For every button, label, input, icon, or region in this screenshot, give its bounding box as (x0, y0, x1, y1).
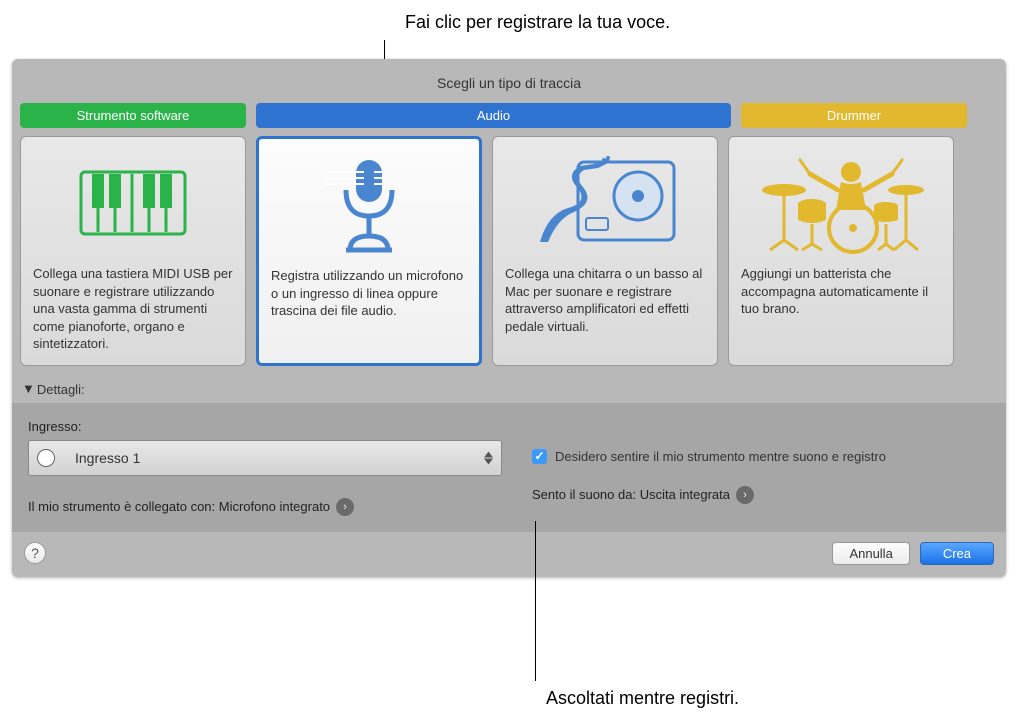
input-select-value: Ingresso 1 (75, 450, 140, 466)
card-software-instrument[interactable]: Collega una tastiera MIDI USB per suonar… (20, 136, 246, 366)
track-type-dialog: Scegli un tipo di traccia Strumento soft… (12, 59, 1006, 577)
channel-mono-icon (37, 449, 55, 467)
cancel-button[interactable]: Annulla (832, 542, 909, 565)
drummer-icon (741, 149, 941, 259)
input-select[interactable]: Ingresso 1 (28, 440, 502, 476)
tab-row: Strumento software Audio Drummer (20, 103, 998, 128)
dialog-footer: ? Annulla Crea (20, 532, 998, 569)
card-drummer-desc: Aggiungi un batterista che accompagna au… (741, 265, 941, 318)
card-row: Collega una tastiera MIDI USB per suonar… (20, 136, 998, 366)
guitar-icon (505, 149, 705, 259)
card-software-desc: Collega una tastiera MIDI USB per suonar… (33, 265, 233, 353)
details-toggle[interactable]: ▼Dettagli: (20, 376, 998, 403)
details-label: Dettagli: (37, 382, 85, 397)
card-drummer[interactable]: Aggiungi un batterista che accompagna au… (728, 136, 954, 366)
card-audio-guitar[interactable]: Collega una chitarra o un basso al Mac p… (492, 136, 718, 366)
help-icon: ? (31, 545, 39, 561)
tab-software-instrument[interactable]: Strumento software (20, 103, 246, 128)
checkmark-icon: ✓ (534, 449, 544, 463)
monitor-checkbox[interactable]: ✓ (532, 449, 547, 464)
card-mic-desc: Registra utilizzando un microfono o un i… (271, 267, 467, 320)
connected-details-button[interactable]: › (336, 498, 354, 516)
input-label: Ingresso: (28, 419, 502, 434)
instrument-connected-label: Il mio strumento è collegato con: Microf… (28, 499, 330, 514)
callout-line-bottom (535, 521, 536, 681)
chevron-updown-icon (484, 451, 493, 464)
help-button[interactable]: ? (24, 542, 46, 564)
card-audio-mic[interactable]: Registra utilizzando un microfono o un i… (256, 136, 482, 366)
keyboard-icon (33, 149, 233, 259)
microphone-icon (271, 151, 467, 261)
output-details-button[interactable]: › (736, 486, 754, 504)
window-title: Scegli un tipo di traccia (20, 67, 998, 103)
monitor-label: Desidero sentire il mio strumento mentre… (555, 449, 886, 464)
create-button[interactable]: Crea (920, 542, 994, 565)
details-panel: Ingresso: Ingresso 1 Il mio strumento è … (12, 403, 1006, 532)
output-label: Sento il suono da: Uscita integrata (532, 487, 730, 502)
disclosure-triangle-icon: ▼ (22, 381, 35, 396)
callout-bottom-text: Ascoltati mentre registri. (546, 688, 739, 709)
tab-audio[interactable]: Audio (256, 103, 731, 128)
tab-drummer[interactable]: Drummer (741, 103, 967, 128)
callout-top-text: Fai clic per registrare la tua voce. (405, 12, 670, 33)
card-guitar-desc: Collega una chitarra o un basso al Mac p… (505, 265, 705, 335)
